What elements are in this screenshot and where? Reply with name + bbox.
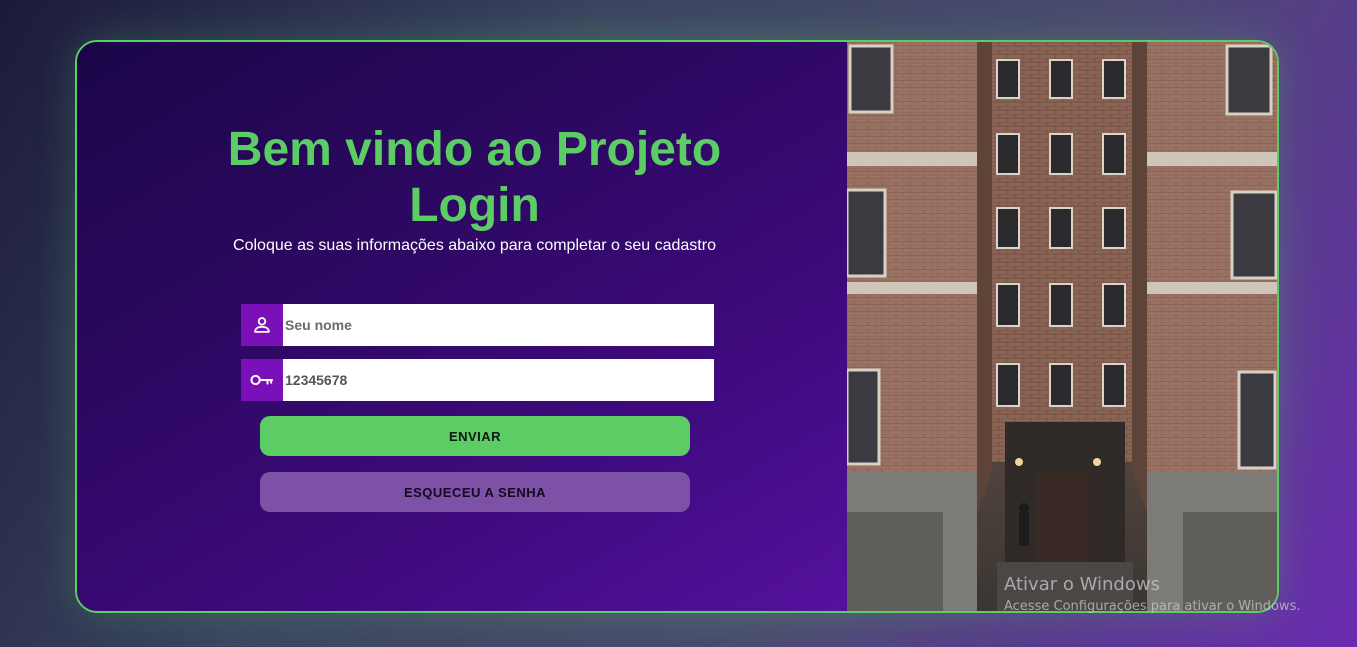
windows-activation-watermark: Ativar o Windows Acesse Configurações pa…	[1004, 574, 1300, 614]
login-card: Bem vindo ao Projeto Login Coloque as su…	[75, 40, 1279, 613]
building-photo	[847, 42, 1277, 611]
password-field	[241, 359, 714, 401]
password-input[interactable]	[283, 359, 714, 401]
key-icon	[241, 359, 283, 401]
login-panel: Bem vindo ao Projeto Login Coloque as su…	[77, 42, 848, 611]
forgot-password-button[interactable]: ESQUECEU A SENHA	[260, 472, 690, 512]
building-illustration	[847, 42, 1277, 611]
title-line-1: Bem vindo ao Projeto	[227, 123, 722, 176]
name-field	[241, 304, 714, 346]
user-icon	[241, 304, 283, 346]
page-title: Bem vindo ao Projeto Login	[77, 122, 872, 234]
title-line-2: Login	[409, 179, 540, 232]
watermark-title: Ativar o Windows	[1004, 574, 1160, 595]
name-input[interactable]	[283, 304, 714, 346]
watermark-subtitle: Acesse Configurações para ativar o Windo…	[1004, 599, 1301, 614]
send-button[interactable]: ENVIAR	[260, 416, 690, 456]
page-subtitle: Coloque as suas informações abaixo para …	[233, 237, 716, 254]
